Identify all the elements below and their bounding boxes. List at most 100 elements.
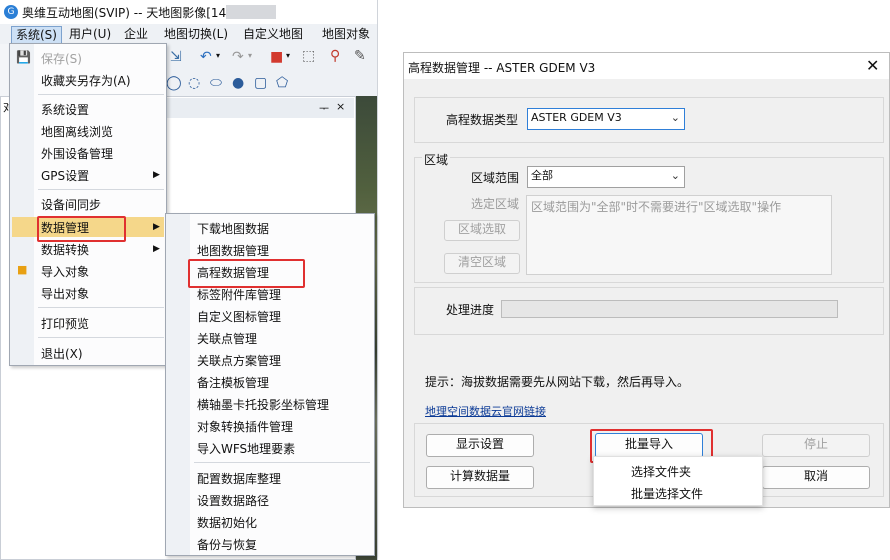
menu-separator	[38, 307, 164, 308]
dialog-title-bar: 高程数据管理 -- ASTER GDEM V3 ✕	[404, 53, 889, 79]
submenu-item-link-points[interactable]: 关联点管理	[197, 330, 257, 347]
submenu-item-data-path[interactable]: 设置数据路径	[197, 492, 269, 509]
menu-enterprise[interactable]: 企业	[120, 26, 152, 43]
undo-dropdown-icon[interactable]: ▾	[216, 51, 220, 60]
submenu-item-backup-restore[interactable]: 备份与恢复	[197, 536, 257, 553]
dialog-title: 高程数据管理 -- ASTER GDEM V3	[408, 61, 596, 75]
menu-separator	[38, 337, 164, 338]
redo-icon[interactable]: ↷	[232, 49, 244, 65]
import-icon: ■	[17, 263, 28, 276]
menu-item-gps-settings[interactable]: GPS设置	[41, 167, 89, 184]
elevation-type-value: ASTER GDEM V3	[531, 111, 622, 124]
menu-item-print-preview[interactable]: 打印预览	[41, 315, 89, 332]
rounded-rect-icon[interactable]: ▢	[254, 75, 267, 91]
submenu-item-map-data-management[interactable]: 地图数据管理	[197, 242, 269, 259]
menu-item-import-objects[interactable]: 导入对象	[41, 263, 89, 280]
polygon-icon[interactable]: ⬠	[276, 75, 288, 91]
delete-icon[interactable]: ■	[270, 49, 283, 65]
submenu-arrow-icon: ▶	[153, 170, 160, 180]
data-management-submenu: 下载地图数据 地图数据管理 高程数据管理 标签附件库管理 自定义图标管理 关联点…	[165, 213, 375, 556]
menu-custom-map[interactable]: 自定义地图	[239, 26, 307, 43]
submenu-item-link-point-schemes[interactable]: 关联点方案管理	[197, 352, 281, 369]
close-icon[interactable]: ×	[336, 100, 345, 113]
menu-separator	[194, 462, 370, 463]
submenu-item-download-map-data[interactable]: 下载地图数据	[197, 220, 269, 237]
chevron-down-icon: ⌄	[670, 169, 680, 182]
redacted-area	[226, 5, 276, 19]
menu-separator	[38, 189, 164, 190]
hint-text: 提示：海拔数据需要先从网站下载，然后再导入。	[425, 375, 690, 389]
title-bar: G 奥维互动地图(SVIP) -- 天地图影像[14]	[0, 0, 377, 24]
app-logo-icon: G	[4, 5, 18, 19]
submenu-arrow-icon: ▶	[153, 244, 160, 254]
submenu-item-db-cleanup[interactable]: 配置数据库整理	[197, 470, 281, 487]
pan-icon[interactable]: ⇲	[170, 49, 182, 65]
popup-item-select-folder[interactable]: 选择文件夹	[631, 463, 691, 480]
submenu-item-import-wfs[interactable]: 导入WFS地理要素	[197, 440, 295, 457]
chevron-down-icon: ⌄	[670, 111, 680, 124]
submenu-item-note-templates[interactable]: 备注模板管理	[197, 374, 269, 391]
menu-item-data-management[interactable]: 数据管理	[41, 219, 89, 236]
display-settings-button[interactable]: 显示设置	[426, 434, 534, 457]
submenu-item-elevation-data-management[interactable]: 高程数据管理	[197, 264, 269, 281]
popup-item-batch-select-files[interactable]: 批量选择文件	[631, 485, 703, 502]
cancel-button[interactable]: 取消	[762, 466, 870, 489]
region-range-select[interactable]: 全部 ⌄	[527, 166, 685, 188]
menu-item-data-conversion[interactable]: 数据转换	[41, 241, 89, 258]
type-label: 高程数据类型	[446, 113, 519, 127]
menu-item-peripheral-devices[interactable]: 外围设备管理	[41, 145, 113, 162]
progress-label: 处理进度	[446, 303, 495, 317]
undo-icon[interactable]: ↶	[200, 49, 212, 65]
save-icon: 💾	[16, 50, 31, 64]
select-rect-icon[interactable]: ⬚	[302, 48, 315, 64]
selected-area-note-text: 区域范围为"全部"时不需要进行"区域选取"操作	[531, 200, 782, 214]
compute-data-size-button[interactable]: 计算数据量	[426, 466, 534, 489]
batch-import-popup-menu: 选择文件夹 批量选择文件	[593, 456, 763, 506]
menu-gutter	[166, 214, 190, 555]
menu-user[interactable]: 用户(U)	[65, 26, 115, 43]
submenu-item-utm-coordinates[interactable]: 横轴墨卡托投影坐标管理	[197, 396, 329, 413]
filled-circle-icon[interactable]: ●	[232, 75, 244, 91]
geodata-cloud-link[interactable]: 地理空间数据云官网链接	[425, 403, 546, 419]
clear-area-button[interactable]: 清空区域	[444, 253, 520, 274]
range-label: 区域范围	[471, 171, 520, 185]
menu-item-system-settings[interactable]: 系统设置	[41, 101, 89, 118]
pick-area-button[interactable]: 区域选取	[444, 220, 520, 241]
circle-icon[interactable]: ◯	[166, 75, 182, 91]
submenu-item-custom-icons[interactable]: 自定义图标管理	[197, 308, 281, 325]
ellipse-icon[interactable]: ⬭	[210, 75, 222, 91]
elevation-type-select[interactable]: ASTER GDEM V3 ⌄	[527, 108, 685, 130]
elevation-data-dialog: 高程数据管理 -- ASTER GDEM V3 ✕ 高程数据类型 ASTER G…	[403, 52, 890, 508]
region-group-label: 区域	[422, 151, 451, 168]
menu-map-switch[interactable]: 地图切换(L)	[160, 26, 232, 43]
measure-icon[interactable]: ✎	[354, 48, 366, 64]
arc-icon[interactable]: ◌	[188, 75, 200, 91]
pin-icon[interactable]: ᅮ	[319, 100, 329, 116]
close-icon[interactable]: ✕	[866, 56, 879, 75]
submenu-item-conversion-plugins[interactable]: 对象转换插件管理	[197, 418, 293, 435]
region-range-value: 全部	[531, 169, 553, 182]
selected-area-label: 选定区域	[471, 197, 520, 211]
menu-item-offline-browse[interactable]: 地图离线浏览	[41, 123, 113, 140]
menu-gutter	[10, 44, 34, 365]
redo-dropdown-icon[interactable]: ▾	[248, 51, 252, 60]
toolbar-top: ⇲ ↶ ▾ ↷ ▾ ■ ▾ ⬚ ⚲ ✎	[166, 44, 377, 72]
menu-item-exit[interactable]: 退出(X)	[41, 345, 83, 362]
stop-button[interactable]: 停止	[762, 434, 870, 457]
place-marker-icon[interactable]: ⚲	[330, 48, 340, 64]
menu-item-export-objects[interactable]: 导出对象	[41, 285, 89, 302]
toolbar-draw: ◯ ◌ ⬭ ● ▢ ⬠	[166, 72, 377, 96]
window-title: 奥维互动地图(SVIP) -- 天地图影像[14]	[22, 6, 231, 20]
menu-bar: 系统(S) 用户(U) 企业 地图切换(L) 自定义地图 地图对象	[0, 24, 377, 45]
menu-map-objects[interactable]: 地图对象	[318, 26, 374, 43]
menu-item-save: 保存(S)	[41, 52, 82, 66]
submenu-item-tag-attachment-library[interactable]: 标签附件库管理	[197, 286, 281, 303]
processing-progress-bar	[501, 300, 838, 318]
system-menu: 💾 保存(S) 收藏夹另存为(A) 系统设置 地图离线浏览 外围设备管理 GPS…	[9, 43, 167, 366]
menu-item-save-favorites-as[interactable]: 收藏夹另存为(A)	[41, 72, 131, 89]
menu-item-device-sync[interactable]: 设备间同步	[41, 196, 101, 213]
submenu-item-data-init[interactable]: 数据初始化	[197, 514, 257, 531]
delete-dropdown-icon[interactable]: ▾	[286, 51, 290, 60]
submenu-arrow-icon: ▶	[153, 222, 160, 232]
menu-separator	[38, 94, 164, 95]
